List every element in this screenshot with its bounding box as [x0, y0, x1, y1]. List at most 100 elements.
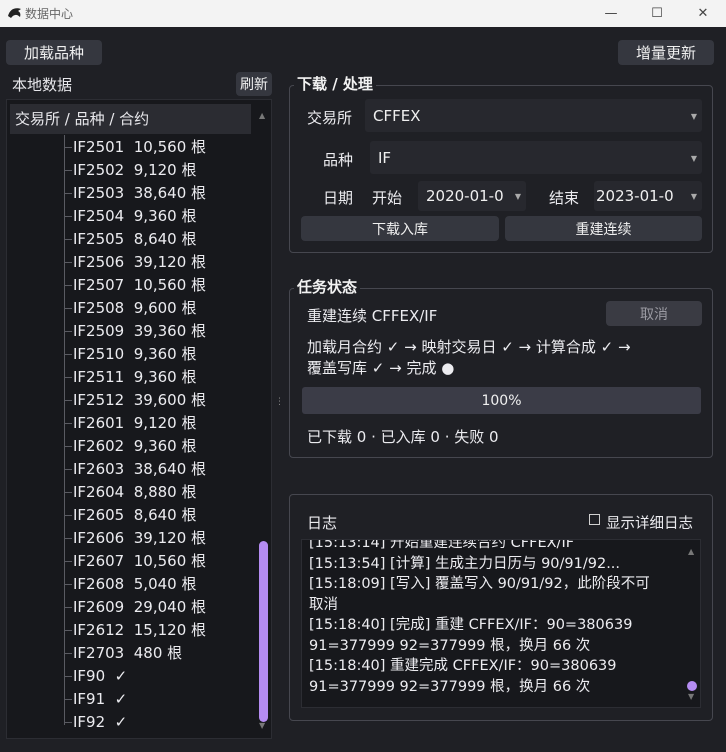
tree-item-label: IF2602 9,360 根 — [73, 437, 197, 455]
tree-item-label: IF2606 39,120 根 — [73, 529, 207, 547]
tree-item-label: IF2609 29,040 根 — [73, 598, 207, 616]
tree-item[interactable]: IF2602 9,360 根 — [64, 435, 196, 458]
tree-item[interactable]: IF2601 9,120 根 — [64, 412, 196, 435]
chevron-down-icon: ▼ — [690, 153, 697, 163]
tree-item-label: IF2601 9,120 根 — [73, 414, 197, 432]
window-title: 数据中心 — [25, 7, 74, 21]
log-line: [15:18:40] 重建完成 CFFEX/IF：90=380639 — [309, 658, 617, 674]
tree-item-label: IF2604 8,880 根 — [73, 483, 197, 501]
product-select[interactable]: IF ▼ — [370, 141, 702, 174]
tree-item[interactable]: IF2508 9,600 根 — [64, 297, 196, 320]
tree-item-label: IF2612 15,120 根 — [73, 621, 207, 639]
log-line: [15:18:09] [写入] 覆盖写入 90/91/92，此阶段不可 — [309, 576, 650, 592]
scroll-down-icon[interactable]: ▼ — [259, 721, 265, 730]
end-label: 结束 — [549, 189, 580, 207]
tree-item[interactable]: IF91 ✓ — [64, 688, 127, 711]
tree-item-label: IF90 ✓ — [73, 667, 128, 685]
minimize-icon[interactable]: — — [588, 0, 634, 27]
tree-item[interactable]: IF2507 10,560 根 — [64, 274, 206, 297]
tree-item[interactable]: IF2509 39,360 根 — [64, 320, 206, 343]
log-line: 91=377999 92=377999 根，换月 66 次 — [309, 637, 591, 654]
tree-item-label: IF2503 38,640 根 — [73, 184, 207, 202]
tree-item[interactable]: IF2604 8,880 根 — [64, 481, 196, 504]
tree-item[interactable]: IF2510 9,360 根 — [64, 343, 196, 366]
cancel-button[interactable]: 取消 — [606, 301, 702, 326]
tree-item[interactable]: IF2512 39,600 根 — [64, 389, 206, 412]
log-line: [15:13:54] [计算] 生成主力日历与 90/91/92... — [309, 555, 621, 572]
tree-item-label: IF2501 10,560 根 — [73, 138, 207, 156]
tree-item[interactable]: IF90 ✓ — [64, 665, 127, 688]
local-data-label: 本地数据 — [12, 76, 73, 94]
tree-item-label: IF2703 480 根 — [73, 644, 183, 662]
app-logo-icon — [8, 8, 21, 18]
start-date-field[interactable]: 2020-01-0 ▼ — [418, 181, 526, 211]
tree-item[interactable]: IF2511 9,360 根 — [64, 366, 196, 389]
tree-item[interactable]: IF2612 15,120 根 — [64, 619, 206, 642]
end-date-field[interactable]: 2023-01-0 ▼ — [594, 181, 702, 211]
log-scroll-thumb[interactable] — [687, 681, 697, 691]
task-progress-bar: 100% — [302, 387, 701, 414]
incremental-update-button[interactable]: 增量更新 — [618, 40, 714, 65]
show-detail-log-label[interactable]: 显示详细日志 — [606, 512, 693, 533]
rebuild-continuous-button[interactable]: 重建连续 — [505, 216, 702, 241]
tree-item-label: IF2510 9,360 根 — [73, 345, 197, 363]
tree-item[interactable]: IF92 ✓ — [64, 711, 127, 734]
tree-item[interactable]: IF2505 8,640 根 — [64, 228, 196, 251]
log-scroll-up-icon[interactable]: ▲ — [688, 547, 694, 556]
log-output[interactable]: [15:13:14] 开始重建连续合约 CFFEX/IF [15:13:54] [… — [301, 539, 701, 708]
end-date-value: 2023-01-0 — [596, 187, 674, 205]
tree-item-label: IF2605 8,640 根 — [73, 506, 197, 524]
tree-item[interactable]: IF2609 29,040 根 — [64, 596, 206, 619]
tree-item[interactable]: IF2603 38,640 根 — [64, 458, 206, 481]
download-button[interactable]: 下载入库 — [301, 216, 499, 241]
current-task-text: 重建连续 CFFEX/IF — [307, 307, 438, 325]
date-label: 日期 — [323, 189, 354, 207]
progress-text: 100% — [481, 392, 522, 409]
product-value: IF — [378, 148, 392, 167]
tree-item[interactable]: IF2501 10,560 根 — [64, 136, 206, 159]
scroll-up-icon[interactable]: ▲ — [259, 111, 265, 120]
show-detail-log-checkbox[interactable] — [589, 514, 600, 525]
tree-scrollbar[interactable]: ▲ ▼ — [258, 104, 270, 734]
task-steps-line2: 覆盖写库 ✓ → 完成 ● — [307, 359, 455, 377]
tree-item[interactable]: IF2502 9,120 根 — [64, 159, 196, 182]
tree-item-label: IF2607 10,560 根 — [73, 552, 207, 570]
task-stats: 已下载 0 · 已入库 0 · 失败 0 — [307, 428, 499, 446]
exchange-select[interactable]: CFFEX ▼ — [365, 99, 702, 132]
tree-item[interactable]: IF2606 39,120 根 — [64, 527, 206, 550]
maximize-icon[interactable]: ☐ — [634, 0, 680, 27]
refresh-button[interactable]: 刷新 — [236, 72, 272, 96]
chevron-down-icon: ▼ — [690, 192, 697, 201]
data-tree[interactable]: 交易所 / 品种 / 合约 IF2501 10,560 根 IF2502 9,12… — [6, 99, 272, 739]
tree-item-label: IF2608 5,040 根 — [73, 575, 197, 593]
tree-item[interactable]: IF2608 5,040 根 — [64, 573, 196, 596]
tree-item[interactable]: IF2503 38,640 根 — [64, 182, 206, 205]
tree-item-label: IF92 ✓ — [73, 713, 128, 731]
title-bar: 数据中心 — ☐ ✕ — [0, 0, 726, 27]
tree-item-label: IF2508 9,600 根 — [73, 299, 197, 317]
log-title: 日志 — [307, 514, 338, 532]
log-scroll-down-icon[interactable]: ▼ — [688, 692, 694, 701]
tree-item[interactable]: IF2504 9,360 根 — [64, 205, 196, 228]
tree-item-label: IF2509 39,360 根 — [73, 322, 207, 340]
tree-scroll-thumb[interactable] — [259, 541, 268, 722]
tree-column-header[interactable]: 交易所 / 品种 / 合约 — [10, 104, 251, 134]
task-group-title: 任务状态 — [294, 276, 361, 297]
tree-item-label: IF91 ✓ — [73, 690, 128, 708]
tree-item-label: IF2511 9,360 根 — [73, 368, 197, 386]
load-product-button[interactable]: 加载品种 — [6, 40, 102, 65]
tree-item[interactable]: IF2607 10,560 根 — [64, 550, 206, 573]
chevron-down-icon: ▼ — [690, 111, 697, 121]
chevron-down-icon: ▼ — [514, 192, 521, 201]
close-icon[interactable]: ✕ — [680, 0, 726, 27]
exchange-label: 交易所 — [307, 109, 353, 127]
tree-item[interactable]: IF2703 480 根 — [64, 642, 182, 665]
tree-item-label: IF2507 10,560 根 — [73, 276, 207, 294]
panel-splitter[interactable]: ⋮ — [275, 397, 284, 411]
product-label: 品种 — [323, 151, 354, 169]
tree-item[interactable]: IF2605 8,640 根 — [64, 504, 196, 527]
download-group-title: 下载 / 处理 — [294, 73, 376, 94]
tree-item-label: IF2512 39,600 根 — [73, 391, 207, 409]
log-lines: [15:13:14] 开始重建连续合约 CFFEX/IF [15:13:54] [… — [309, 540, 679, 697]
tree-item[interactable]: IF2506 39,120 根 — [64, 251, 206, 274]
